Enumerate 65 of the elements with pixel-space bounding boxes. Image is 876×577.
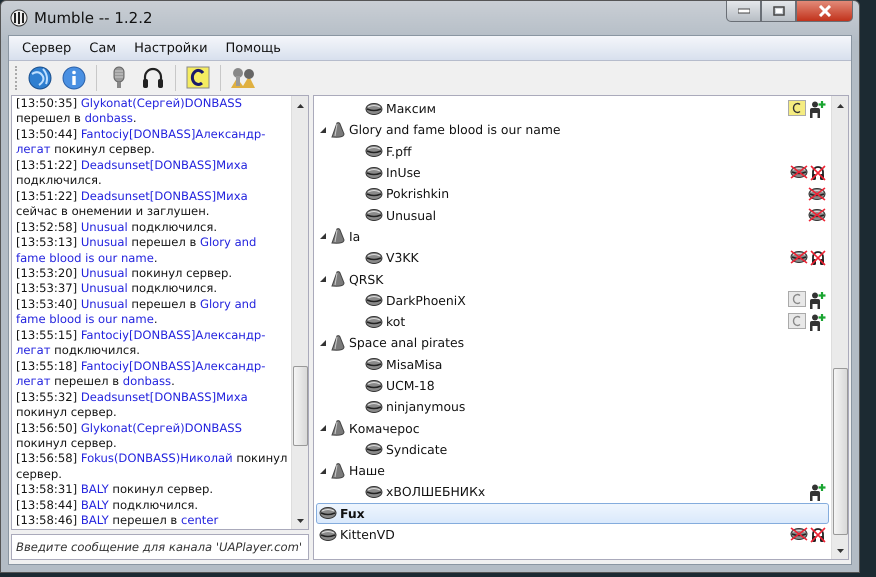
user-row[interactable]: kot (316, 310, 829, 332)
menu-item[interactable]: Сервер (13, 40, 80, 56)
user-name: Pokrishkin (386, 186, 450, 202)
user-row[interactable]: xВОЛШЕБНИКx (316, 481, 829, 503)
log-entry: [13:53:37] Unusual подключился. (16, 281, 218, 297)
log-entry: [13:56:50] Glykonat(Сергей)DONBASS покинул сервер. (16, 420, 243, 452)
channel-name: Space anal pirates (349, 335, 464, 350)
user-name: Unusual (386, 208, 436, 223)
user-row[interactable]: MisaMisa (316, 354, 829, 375)
channel-name: Ia (349, 228, 360, 244)
window-title: Mumble -- 1.2.2 (34, 9, 153, 27)
log-entry: [13:55:15] Fantociy[DONBASS]Александр-легат подключился. (16, 328, 266, 359)
user-row[interactable]: KittenVD (316, 524, 829, 546)
log-entry: [13:58:46] BALY перешел в center (16, 513, 220, 529)
user-row[interactable]: F.pff (316, 140, 829, 162)
user-name: xВОЛШЕБНИКx (386, 484, 486, 500)
user-row[interactable]: Pokrishkin (316, 183, 829, 204)
user-name: Максим (386, 101, 436, 116)
channel-name: Glory and fame blood is our name (349, 122, 561, 138)
user-name: MisaMisa (386, 356, 442, 372)
user-row[interactable]: Unusual (316, 204, 829, 226)
user-name: Fux (340, 506, 365, 521)
user-row[interactable]: InUse (316, 162, 829, 184)
log-entry: [13:53:40] Unusual перешел в Glory and fame blood is our name. (16, 296, 258, 328)
log-entry: [13:53:20] Unusual покинул сервер. (16, 266, 234, 282)
log-entry: [13:58:31] BALY покинул сервер. (16, 482, 214, 498)
user-row[interactable]: UCM-18 (316, 374, 829, 396)
user-name: InUse (386, 165, 421, 180)
log-entry: [13:50:35] Glykonat(Сергей)DONBASS перешел в donbass. (16, 96, 243, 127)
menu-item[interactable]: Сам (80, 40, 126, 56)
channel-row[interactable]: Space anal pirates (316, 332, 829, 354)
log-entry: [13:53:13] Unusual перешел в Glory and fame blood is our name. (16, 235, 258, 266)
user-name: KittenVD (340, 527, 395, 542)
user-name: kot (386, 314, 406, 330)
menu-item[interactable]: Помощь (216, 40, 290, 56)
channel-row[interactable]: Наше (316, 460, 829, 482)
menu-item[interactable]: Настройки (125, 40, 217, 56)
log-entry: [13:51:22] Deadsunset[DONBASS]Миха подключился. (16, 158, 249, 189)
channel-row[interactable]: Комачерос (316, 417, 829, 439)
log-entry: [13:55:18] Fantociy[DONBASS]Александр-легат перешел в donbass. (16, 358, 266, 390)
user-name: F.pff (386, 144, 412, 159)
channel-name: QRSK (349, 272, 384, 287)
channel-name: Наше (349, 463, 385, 478)
user-row[interactable]: Максим (316, 98, 829, 120)
log-entry: [13:50:44] Fantociy[DONBASS]Александр-легат покинул сервер. (16, 126, 266, 158)
user-name: Syndicate (386, 442, 448, 457)
user-name: V3KK (386, 250, 419, 266)
channel-row[interactable]: Glory and fame blood is our name (316, 119, 829, 141)
user-row[interactable]: Syndicate (316, 438, 829, 460)
log-entry: [13:56:58] Fokus(DONBASS)Николай покинул сервер. (16, 451, 288, 482)
user-row[interactable]: ninjanymous (316, 396, 829, 418)
user-row[interactable]: Fux (316, 502, 829, 524)
message-field[interactable]: Введите сообщение для канала 'UAPlayer.com' (11, 534, 309, 560)
log-entry: [13:55:32] Deadsunset[DONBASS]Миха покинул сервер. (16, 390, 249, 421)
channel-row[interactable]: Ia (316, 226, 829, 248)
user-name: ninjanymous (386, 399, 466, 414)
user-row[interactable]: V3KK (316, 247, 829, 268)
channel-name: Комачерос (349, 420, 420, 436)
user-name: DarkPhoeniX (386, 292, 466, 308)
user-name: UCM-18 (386, 378, 435, 393)
log-entry: [13:58:44] BALY подключился. (16, 498, 200, 514)
log-entry: [13:52:58] Unusual подключился. (16, 220, 218, 236)
channel-row[interactable]: QRSK (316, 268, 829, 290)
log-entry: [13:51:22] Deadsunset[DONBASS]Миха сейчас в онемении и заглушен. (16, 188, 249, 220)
user-row[interactable]: DarkPhoeniX (316, 290, 829, 311)
